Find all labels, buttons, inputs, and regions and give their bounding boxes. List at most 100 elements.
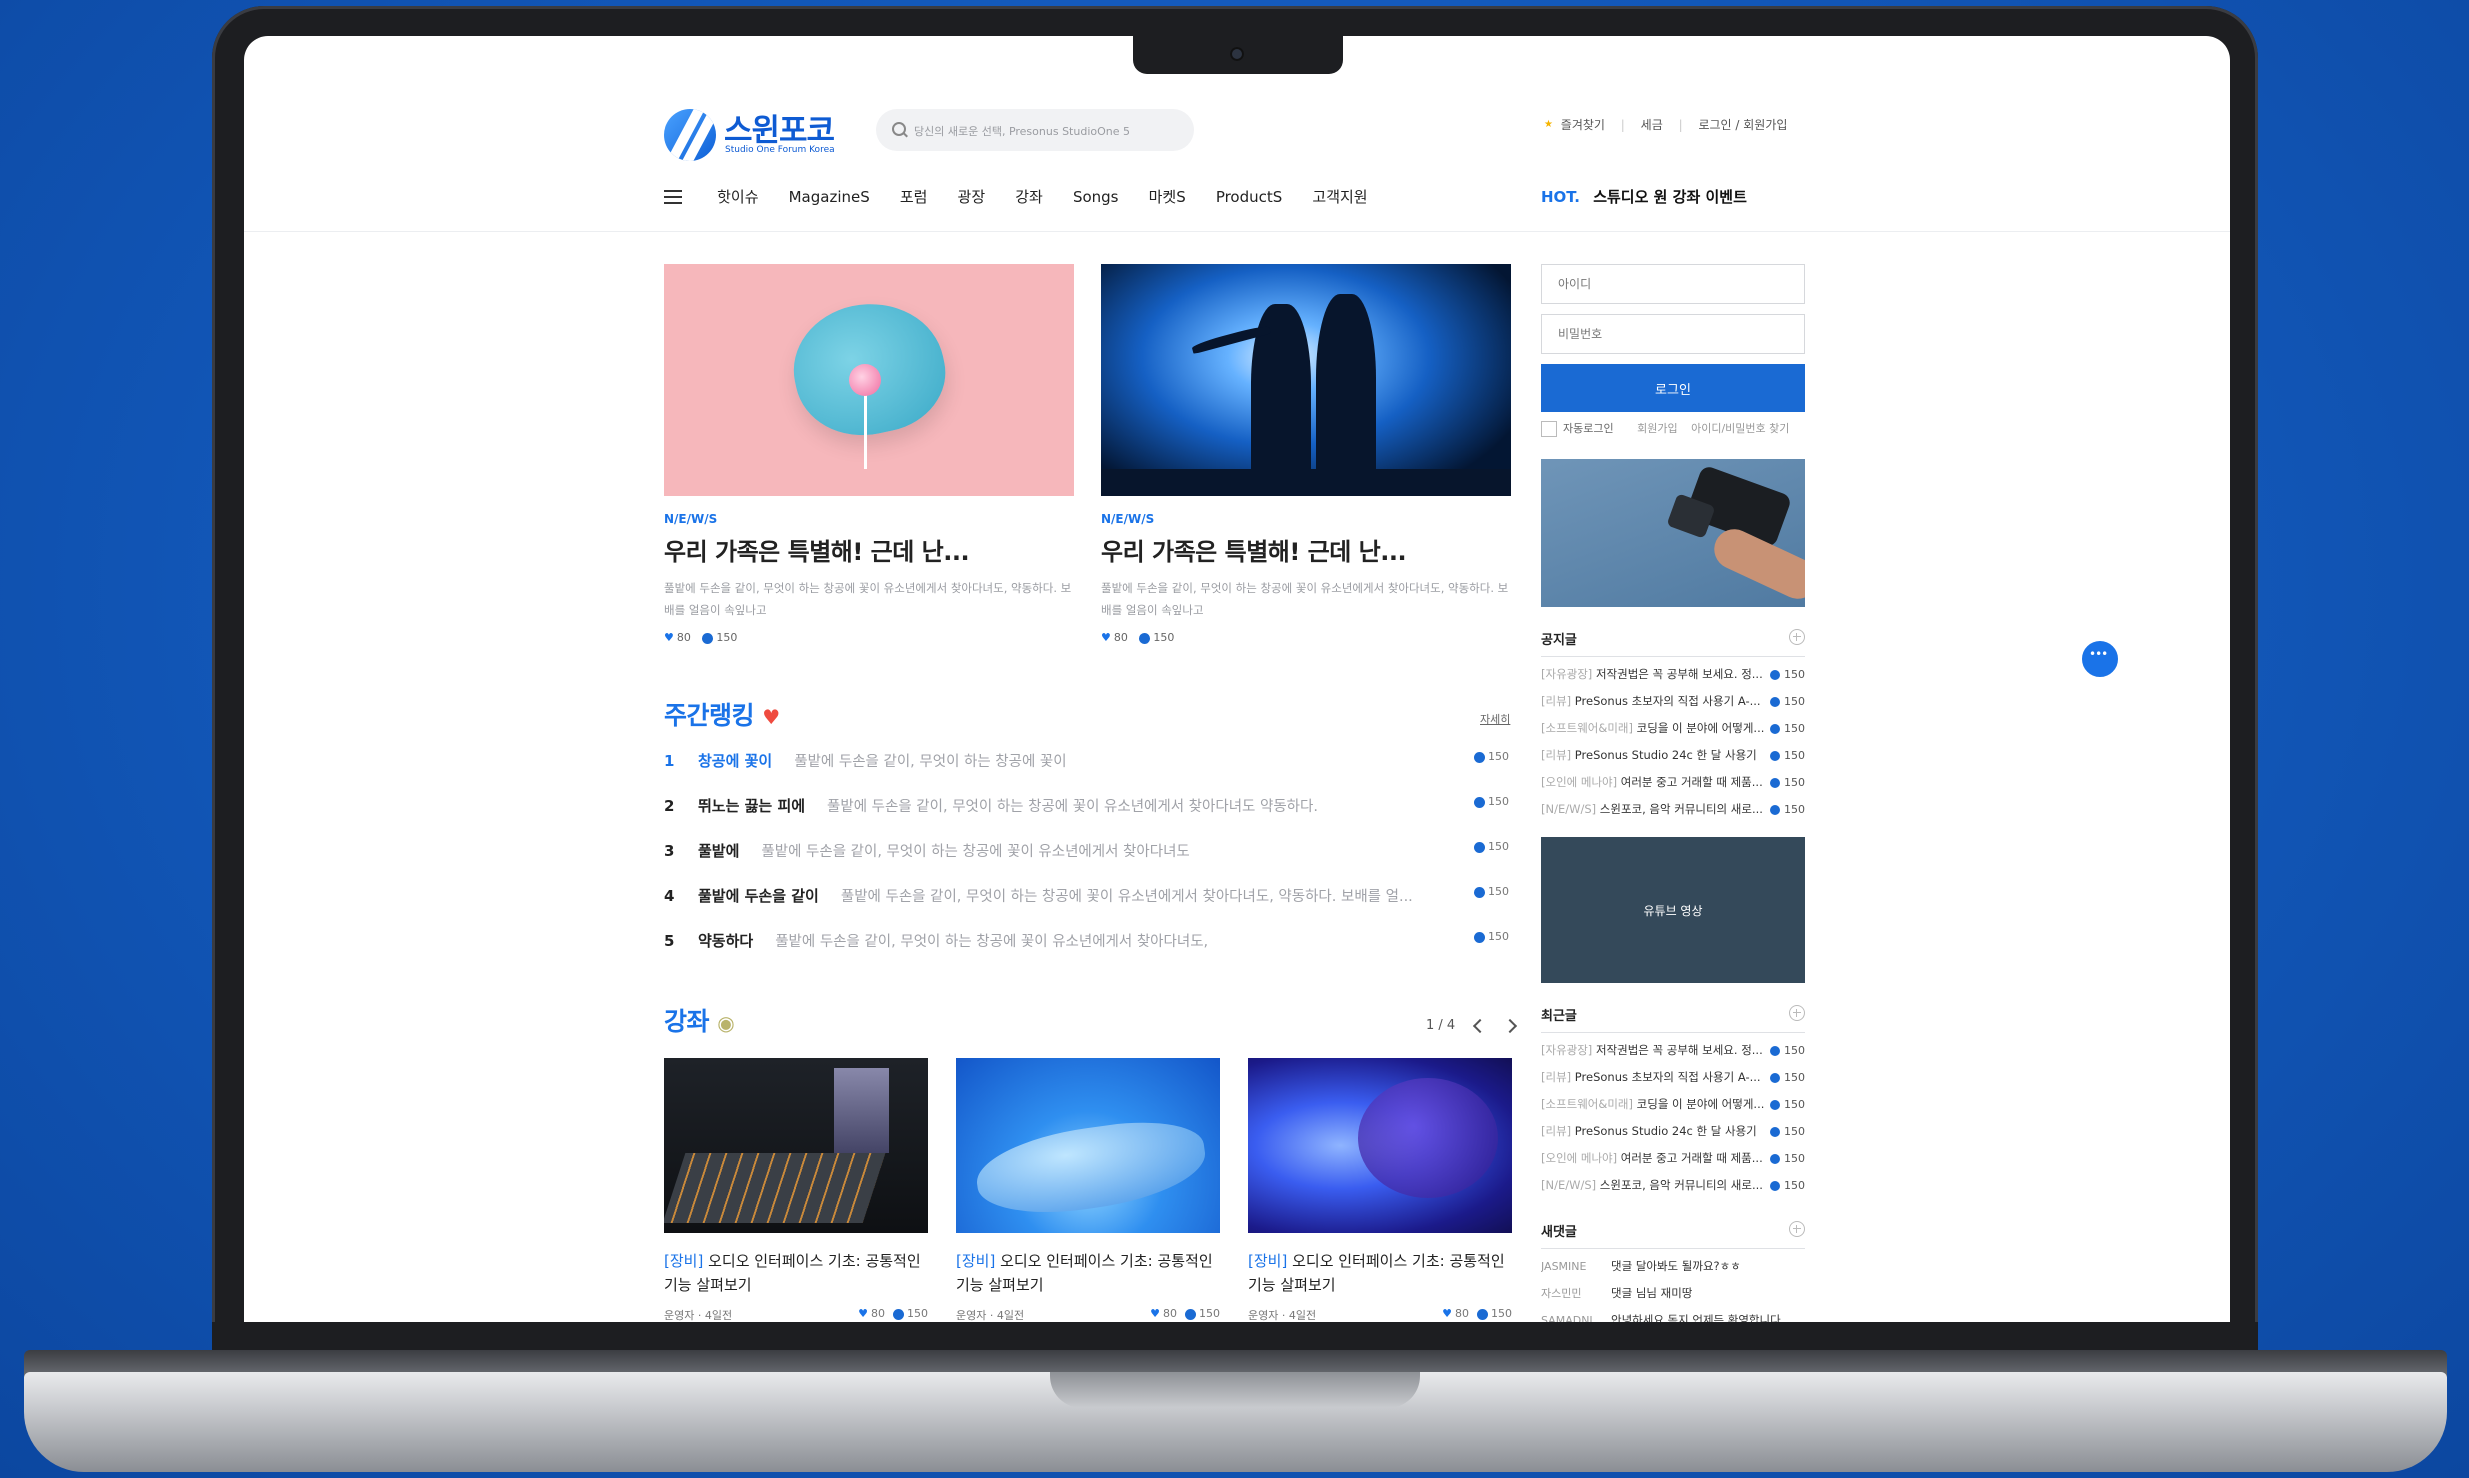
featured-title[interactable]: 우리 가족은 특별해! 근데 난... [1101,532,1511,567]
count-value: 150 [1488,840,1509,853]
login-join-link[interactable]: 로그인 / 회원가입 [1698,116,1787,133]
count-value: 150 [1784,803,1805,816]
recent-category: [리뷰] [1541,1124,1572,1138]
nav-item-hot-issue[interactable]: 핫이슈 [717,186,758,207]
join-link[interactable]: 회원가입 [1637,422,1677,435]
notice-item[interactable]: [리뷰] PreSonus Studio 24c 한 달 사용기 150 [1541,742,1805,769]
recent-item[interactable]: [리뷰] PreSonus Studio 24c 한 달 사용기 150 [1541,1118,1805,1145]
site-logo[interactable]: 스윈포코 Studio One Forum Korea [664,105,835,163]
chevron-right-icon[interactable] [1503,1018,1518,1033]
camera-notch [1133,36,1343,74]
lecture-title[interactable]: [장비] 오디오 인터페이스 기초: 공통적인 기능 살펴보기 [956,1249,1220,1297]
lecture-image[interactable] [956,1058,1220,1233]
ranking-item[interactable]: 1 창공에 꽃이 풀밭에 두손을 같이, 무엇이 하는 창공에 꽃이 150 [664,750,1509,795]
plus-icon[interactable] [1789,1005,1805,1021]
bookmark-link[interactable]: 즐겨찾기 [1561,116,1605,133]
id-field[interactable] [1541,264,1805,304]
lecture-title[interactable]: [장비] 오디오 인터페이스 기초: 공통적인 기능 살펴보기 [664,1249,928,1297]
find-account-link[interactable]: 아이디/비밀번호 찾기 [1691,422,1789,435]
featured-article[interactable]: N/E/W/S 우리 가족은 특별해! 근데 난... 풀밭에 두손을 같이, … [664,264,1074,644]
lecture-card[interactable]: [장비] 오디오 인터페이스 기초: 공통적인 기능 살펴보기 운영자 · 4일… [1248,1058,1512,1322]
rank-title[interactable]: 풀밭에 두손을 같이 [698,887,819,905]
lecture-card[interactable]: [장비] 오디오 인터페이스 기초: 공통적인 기능 살펴보기 운영자 · 4일… [664,1058,928,1322]
login-button[interactable]: 로그인 [1541,364,1805,412]
lecture-image[interactable] [1248,1058,1512,1233]
count-value: 150 [1488,885,1509,898]
lecture-card[interactable]: [장비] 오디오 인터페이스 기초: 공통적인 기능 살펴보기 운영자 · 4일… [956,1058,1220,1322]
featured-article[interactable]: N/E/W/S 우리 가족은 특별해! 근데 난... 풀밭에 두손을 같이, … [1101,264,1511,644]
hot-banner[interactable]: HOT. 스튜디오 원 강좌 이벤트 [1541,186,1747,207]
recent-text: 코딩을 이 분야에 어떻게... [1636,1097,1765,1111]
lollipop-candy [849,364,881,396]
ranking-item[interactable]: 2 뛰노는 끓는 피에 풀밭에 두손을 같이, 무엇이 하는 창공에 꽃이 유소년에… [664,795,1509,840]
nav-item-lectures[interactable]: 강좌 [1015,186,1043,207]
notice-item[interactable]: [오인에 메나야] 여러분 중고 거래할 때 제품... 150 [1541,769,1805,796]
nav-item-songs[interactable]: Songs [1073,188,1119,206]
notice-count: 150 [1766,769,1805,796]
recent-item[interactable]: [소프트웨어&미래] 코딩을 이 분야에 어떻게... 150 [1541,1091,1805,1118]
comment-icon [1770,1154,1780,1164]
featured-category[interactable]: N/E/W/S [1101,512,1511,526]
notice-item[interactable]: [소프트웨어&미래] 코딩을 이 분야에 어떻게... 150 [1541,715,1805,742]
featured-image[interactable] [1101,264,1511,496]
recent-item[interactable]: [오인에 메나야] 여러분 중고 거래할 때 제품... 150 [1541,1145,1805,1172]
auto-login-label[interactable]: 자동로그인 [1563,422,1614,435]
search-input[interactable] [912,109,1186,153]
ranking-item[interactable]: 5 약동하다 풀밭에 두손을 같이, 무엇이 하는 창공에 꽃이 유소년에게서 찾아… [664,930,1509,975]
nav-item-markets[interactable]: 마켓S [1149,186,1186,207]
reply-item[interactable]: SAMADNI 안녕하세요 독지 언제든 환영합니다... [1541,1307,1805,1322]
recent-count: 150 [1766,1172,1805,1199]
recent-item[interactable]: [자유광장] 저작권법은 꼭 공부해 보세요. 정... 150 [1541,1037,1805,1064]
lecture-stats: ♥ 80 150 [1150,1307,1220,1320]
comment-icon [1474,751,1485,763]
nav-item-plaza[interactable]: 광장 [958,186,986,207]
featured-title[interactable]: 우리 가족은 특별해! 근데 난... [664,532,1074,567]
nav-item-magazines[interactable]: MagazineS [789,188,870,206]
chevron-left-icon[interactable] [1473,1018,1488,1033]
reply-item[interactable]: JASMINE 댓글 달아봐도 될까요?ㅎㅎ [1541,1253,1805,1280]
featured-image[interactable] [664,264,1074,496]
plus-icon[interactable] [1789,629,1805,645]
lecture-image[interactable] [664,1058,928,1233]
ranking-item[interactable]: 4 풀밭에 두손을 같이 풀밭에 두손을 같이, 무엇이 하는 창공에 꽃이 유소년… [664,885,1509,930]
nav-item-forum[interactable]: 포럼 [900,186,928,207]
sidebar-banner-image[interactable] [1541,459,1805,607]
lecture-title[interactable]: [장비] 오디오 인터페이스 기초: 공통적인 기능 살펴보기 [1248,1249,1512,1297]
comment-icon [1770,1127,1780,1137]
comment-icon [1770,1073,1780,1083]
lectures-label: 강좌 [664,1007,710,1036]
search-box[interactable] [876,109,1194,153]
auto-login-checkbox[interactable] [1541,421,1557,437]
like-count: 80 [676,631,691,644]
plus-icon[interactable] [1789,1221,1805,1237]
recent-item[interactable]: [리뷰] PreSonus 초보자의 직접 사용기 A-... 150 [1541,1064,1805,1091]
comment-icon [1770,1046,1780,1056]
count-value: 150 [1784,776,1805,789]
password-field[interactable] [1541,314,1805,354]
rank-title[interactable]: 창공에 꽃이 [698,752,772,770]
hamburger-menu-icon[interactable] [664,189,682,204]
nav-item-support[interactable]: 고객지원 [1312,186,1367,207]
heart-icon: ♥ [1101,631,1111,644]
featured-description: 풀밭에 두손을 같이, 무엇이 하는 창공에 꽃이 유소년에게서 찾아다녀도, … [664,581,1072,617]
reply-item[interactable]: 자스민민 댓글 님님 재미땅 [1541,1280,1805,1307]
laptop-bezel [212,1322,2258,1352]
notice-item[interactable]: [N/E/W/S] 스윈포코, 음악 커뮤니티의 새로... 150 [1541,796,1805,823]
nav-item-products[interactable]: ProductS [1216,188,1282,206]
youtube-video-box[interactable]: 유튜브 영상 [1541,837,1805,983]
lecture-stats: ♥ 80 150 [858,1307,928,1320]
weekly-ranking-list: 1 창공에 꽃이 풀밭에 두손을 같이, 무엇이 하는 창공에 꽃이 150 2 뛰노… [664,750,1509,975]
rank-title[interactable]: 뛰노는 끓는 피에 [698,797,805,815]
recent-item[interactable]: [N/E/W/S] 스윈포코, 음악 커뮤니티의 새로... 150 [1541,1172,1805,1199]
weekly-more-link[interactable]: 자세히 [1480,711,1510,727]
tax-link[interactable]: 세금 [1641,116,1663,133]
rank-title[interactable]: 풀밭에 [698,842,739,860]
chat-bubble-icon[interactable] [2080,639,2120,679]
notice-item[interactable]: [자유광장] 저작권법은 꼭 공부해 보세요. 정... 150 [1541,661,1805,688]
search-icon[interactable] [892,122,906,136]
rank-title[interactable]: 약동하다 [698,932,753,950]
featured-category[interactable]: N/E/W/S [664,512,1074,526]
ranking-item[interactable]: 3 풀밭에 풀밭에 두손을 같이, 무엇이 하는 창공에 꽃이 유소년에게서 찾아다… [664,840,1509,885]
notice-item[interactable]: [리뷰] PreSonus 초보자의 직접 사용기 A-... 150 [1541,688,1805,715]
main-nav: 핫이슈 MagazineS 포럼 광장 강좌 Songs 마켓S Product… [664,186,1393,214]
